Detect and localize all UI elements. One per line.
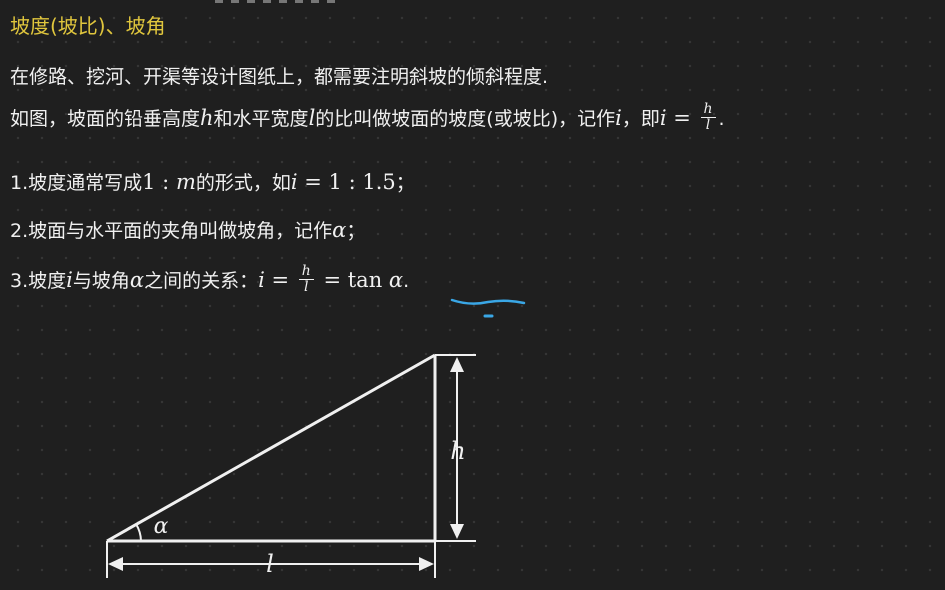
label-l: l (266, 550, 274, 578)
base-arrow-left (108, 557, 123, 571)
height-arrow-top (450, 357, 464, 372)
annotation-underline (450, 298, 526, 305)
slope-diagram: h l α (106, 298, 526, 578)
height-arrow-bottom (450, 524, 464, 539)
angle-arc (135, 523, 142, 542)
base-arrow-right (419, 557, 434, 571)
label-h: h (450, 437, 465, 465)
label-alpha: α (154, 514, 169, 539)
